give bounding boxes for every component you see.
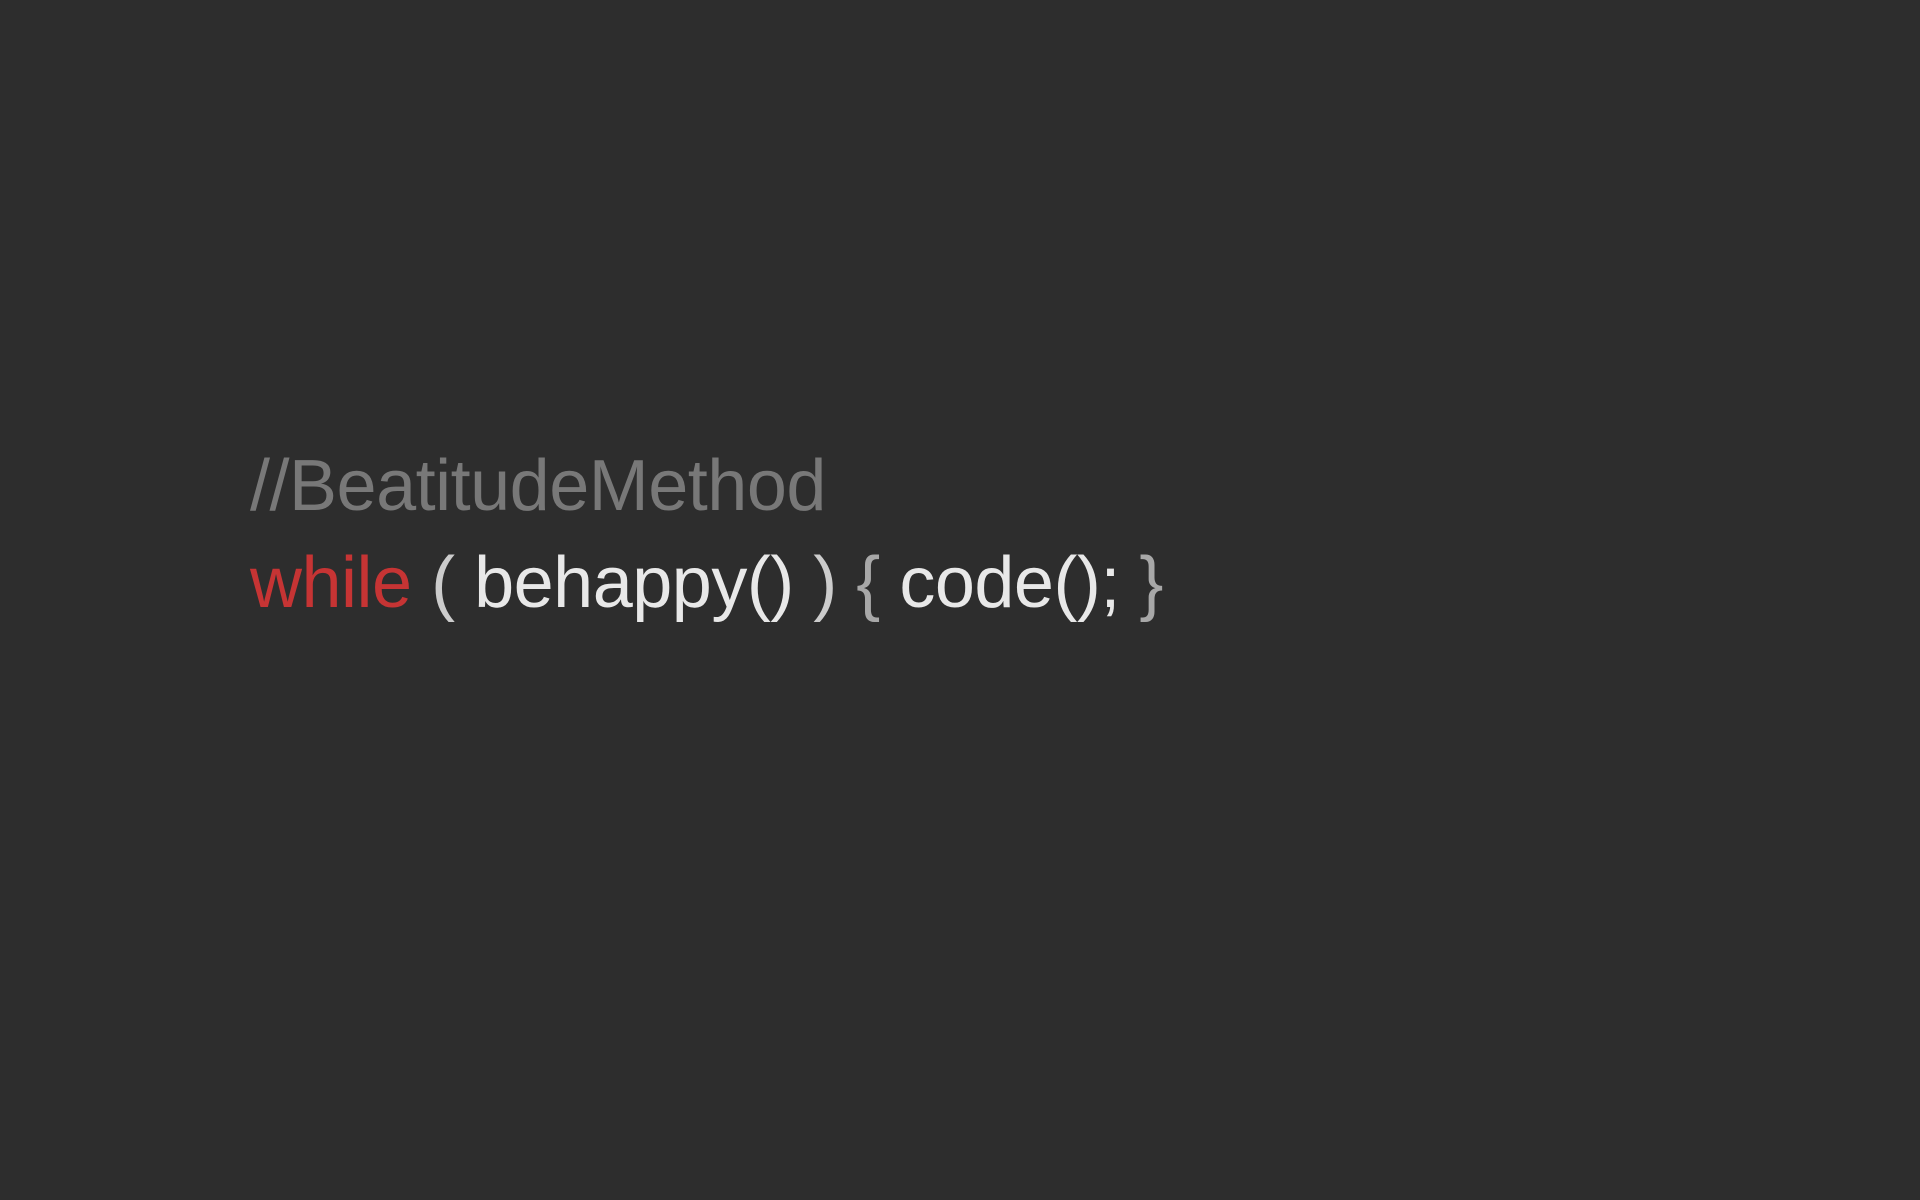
close-paren: ) [794,543,856,623]
open-paren: ( [412,543,474,623]
code-wallpaper-text: //BeatitudeMethod while ( behappy() ) { … [0,438,1163,632]
keyword-while: while [250,543,412,623]
code-comment-line: //BeatitudeMethod [250,438,1163,535]
open-brace: { [856,543,899,623]
close-brace: } [1120,543,1163,623]
condition-call: behappy() [474,543,794,623]
code-comment-text: //BeatitudeMethod [250,446,826,526]
code-statement-line: while ( behappy() ) { code(); } [250,535,1163,632]
body-call: code(); [899,543,1120,623]
